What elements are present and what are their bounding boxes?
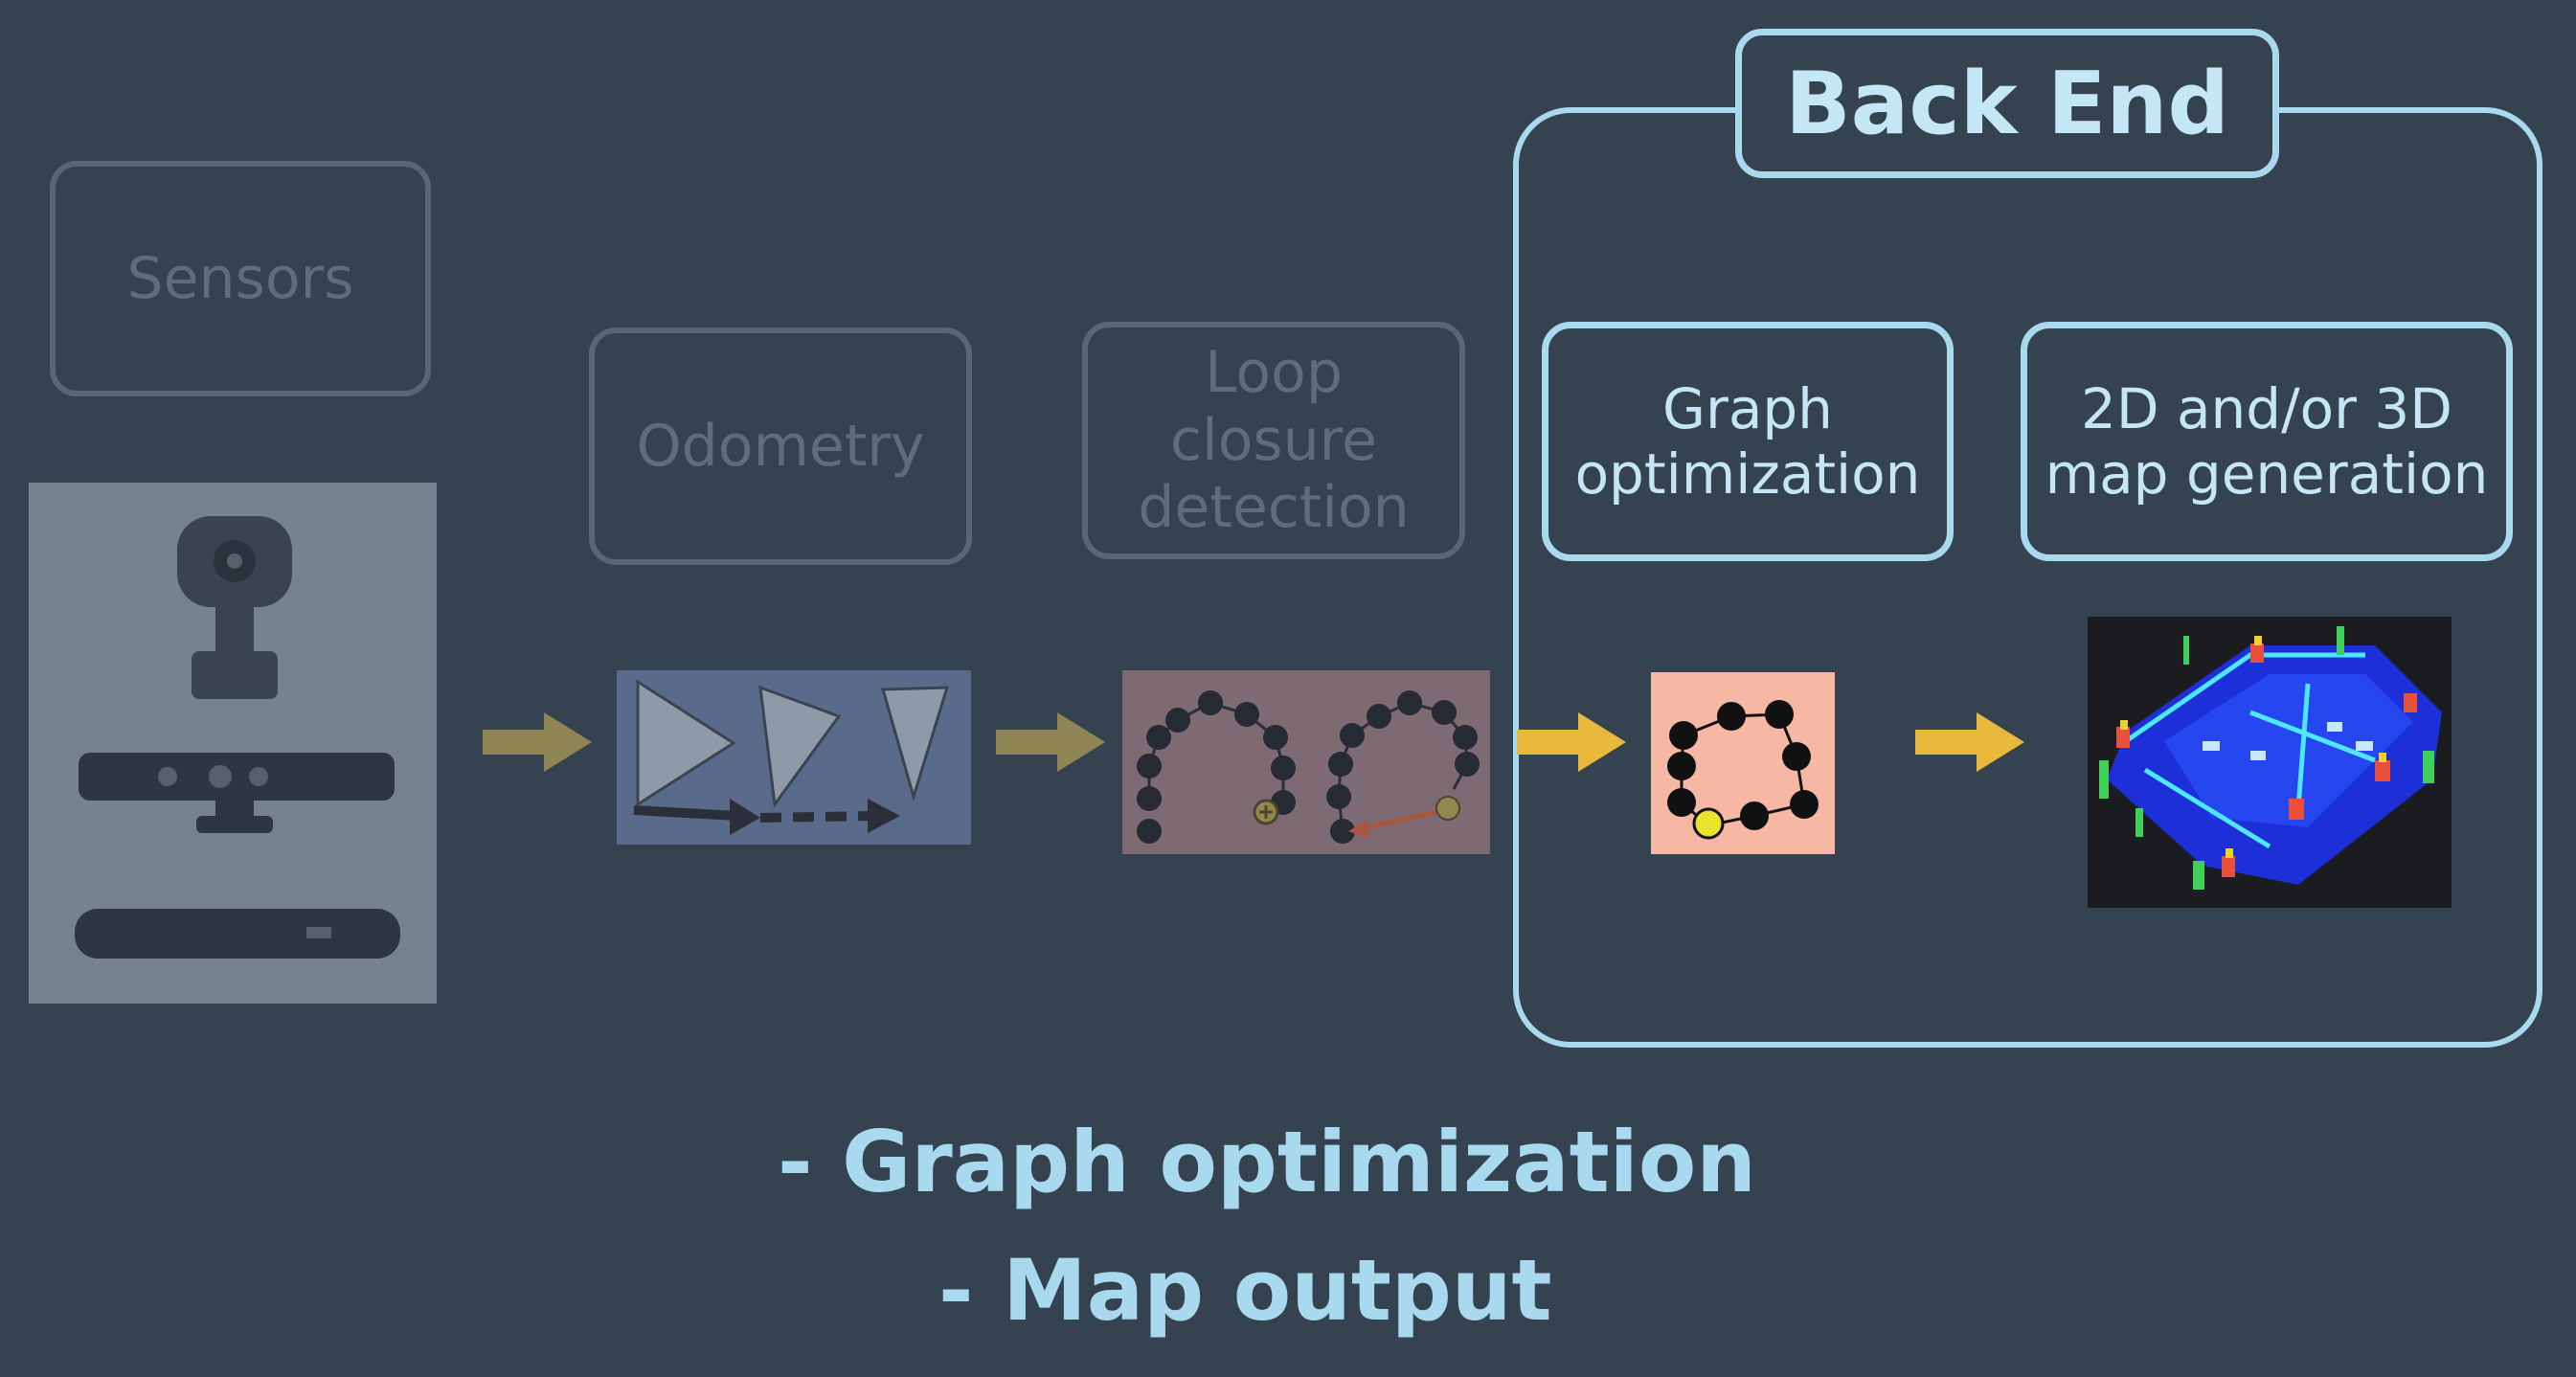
bullet-graph-optimization: - Graph optimization	[778, 1113, 1756, 1211]
loop-closure-image	[1122, 670, 1490, 854]
graph-optimization-box: Graph optimization	[1542, 322, 1954, 561]
arrow-loop-closure-to-graph-optimization	[1517, 712, 1626, 772]
bullet-map-output: - Map output	[938, 1241, 1552, 1340]
map-generation-label: 2D and/or 3D map generation	[2045, 375, 2489, 507]
map-generation-box: 2D and/or 3D map generation	[2021, 322, 2513, 561]
odometry-box: Odometry	[589, 327, 972, 565]
arrow-graph-optimization-to-map-generation	[1915, 712, 2024, 772]
loop-closure-label: Loop closure detection	[1138, 338, 1410, 542]
graph-optimization-image	[1651, 672, 1835, 854]
odometry-image	[617, 670, 971, 845]
sensors-box: Sensors	[50, 161, 431, 396]
depth-camera-icon	[75, 909, 400, 959]
odometry-label: Odometry	[636, 412, 925, 480]
arrow-odometry-to-loop-closure	[996, 712, 1105, 772]
back-end-title: Back End	[1735, 29, 2279, 178]
back-end-title-text: Back End	[1785, 53, 2229, 154]
loop-closure-box: Loop closure detection	[1082, 322, 1465, 559]
kinect-icon	[79, 753, 395, 833]
map-generation-image	[2088, 617, 2452, 908]
webcam-icon	[177, 516, 292, 699]
sensors-image	[29, 483, 437, 1004]
graph-optimization-label: Graph optimization	[1574, 375, 1921, 507]
sensors-label: Sensors	[126, 244, 354, 312]
arrow-sensors-to-odometry	[483, 712, 592, 772]
